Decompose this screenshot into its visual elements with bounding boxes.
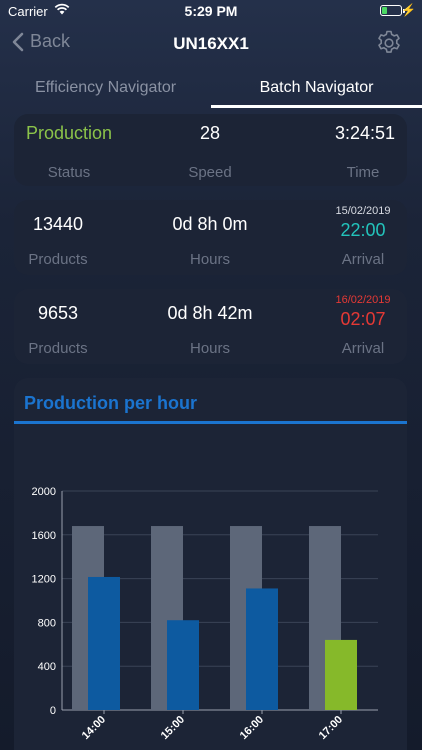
- status-value: Production: [25, 123, 113, 143]
- chart-title-divider: [14, 421, 407, 424]
- products-value: 13440: [32, 214, 84, 234]
- arrival-date: 15/02/2019: [335, 205, 391, 217]
- speed-value: 28: [199, 123, 221, 143]
- x-tick-label: 14:00: [80, 714, 108, 742]
- y-tick-label: 1600: [32, 530, 56, 542]
- products-value: 9653: [37, 303, 79, 323]
- chart-title: Production per hour: [24, 393, 197, 413]
- status-time: 5:29 PM: [184, 3, 238, 19]
- active-tab-indicator: [211, 105, 422, 108]
- production-bar: [246, 588, 278, 710]
- hours-label: Hours: [189, 251, 230, 268]
- batch-card: 13440 Products 0d 8h 0m Hours 15/02/2019…: [14, 200, 407, 275]
- charging-icon: ⚡: [401, 3, 416, 17]
- hours-label: Hours: [189, 340, 230, 357]
- production-bar: [167, 620, 199, 710]
- arrival-time: 02:07: [340, 309, 386, 329]
- y-tick-label: 800: [38, 617, 56, 629]
- page-title: UN16XX1: [173, 34, 249, 53]
- tab-batch-navigator[interactable]: Batch Navigator: [211, 68, 422, 108]
- gear-icon[interactable]: [376, 30, 402, 56]
- x-tick-label: 15:00: [159, 714, 187, 742]
- status-card: Production Status 28 Speed 3:24:51 Time: [14, 114, 407, 186]
- x-tick-label: 17:00: [317, 714, 345, 742]
- batch-card: 9653 Products 0d 8h 42m Hours 16/02/2019…: [14, 289, 407, 364]
- speed-label: Speed: [188, 164, 232, 181]
- hours-value: 0d 8h 0m: [172, 214, 248, 234]
- hours-value: 0d 8h 42m: [167, 303, 253, 323]
- status-label: Status: [47, 164, 91, 181]
- production-bar: [88, 576, 120, 710]
- tab-efficiency-navigator[interactable]: Efficiency Navigator: [0, 68, 211, 108]
- arrival-date: 16/02/2019: [335, 294, 391, 306]
- y-tick-label: 1200: [32, 574, 56, 586]
- time-value: 3:24:51: [334, 123, 395, 143]
- time-label: Time: [346, 164, 380, 181]
- products-label: Products: [28, 340, 88, 357]
- y-tick-label: 400: [38, 661, 56, 673]
- x-tick-label: 16:00: [238, 714, 266, 742]
- y-tick-label: 2000: [32, 486, 56, 498]
- production-bar: [325, 639, 357, 710]
- arrival-label: Arrival: [341, 340, 385, 357]
- production-per-hour-chart: 0 400 800 1200 1600 2000 14:00 15:00 16:00 17:00: [32, 486, 378, 742]
- products-label: Products: [28, 251, 88, 268]
- y-tick-label: 0: [50, 705, 56, 717]
- arrival-time: 22:00: [340, 220, 386, 240]
- status-bar: Carrier 5:29 PM ⚡: [0, 0, 422, 22]
- battery-icon: [380, 5, 405, 16]
- segment-tabs: Efficiency Navigator Batch Navigator: [0, 68, 422, 108]
- navigation-bar: Back UN16XX1: [0, 22, 422, 66]
- arrival-label: Arrival: [341, 251, 385, 268]
